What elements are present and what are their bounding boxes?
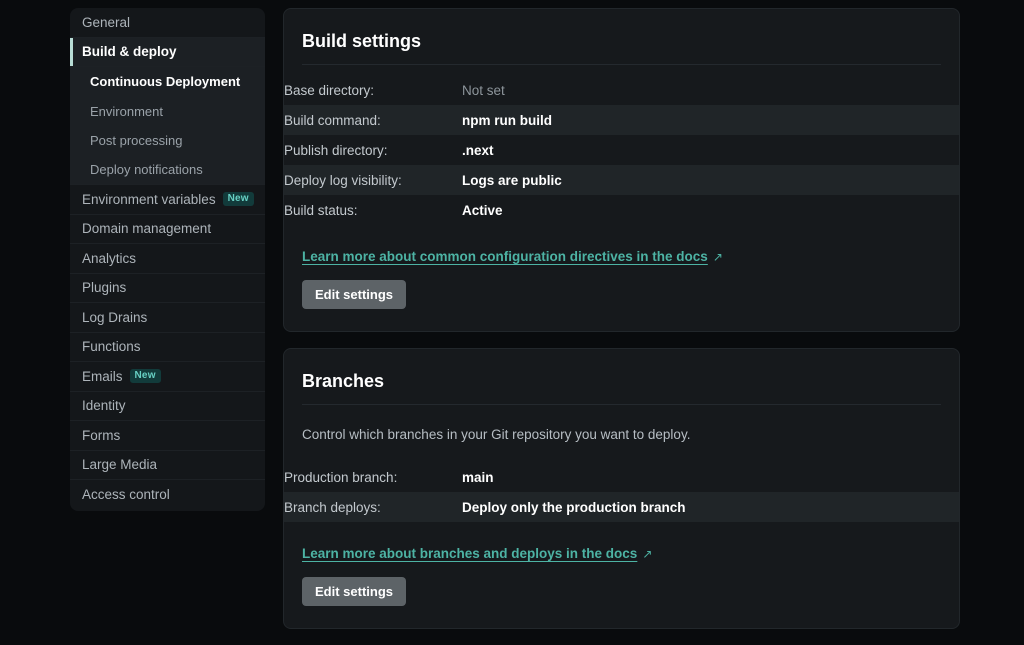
sidebar-item-large-media[interactable]: Large Media	[70, 451, 265, 480]
settings-page: General Build & deploy Continuous Deployme…	[0, 0, 1024, 629]
sidebar-item-emails[interactable]: Emails New	[70, 362, 265, 392]
sidebar-item-label: Deploy notifications	[90, 162, 203, 178]
sidebar-item-label: Functions	[82, 339, 141, 355]
sidebar-item-label: Environment	[90, 103, 163, 119]
card-divider	[302, 404, 941, 405]
sidebar-item-new-badge: New	[129, 369, 161, 384]
docs-link[interactable]: Learn more about branches and deploys in…	[302, 546, 652, 561]
setting-value: Deploy only the production branch	[462, 499, 686, 515]
sidebar-item-label: Post processing	[90, 133, 183, 149]
sidebar-item-log-drains[interactable]: Log Drains	[70, 303, 265, 333]
sidebar-item-forms[interactable]: Forms	[70, 421, 265, 451]
docs-link-label: Learn more about branches and deploys in…	[302, 546, 638, 561]
settings-main-content: Build settings Base directory: Not set Buil…	[283, 8, 960, 645]
sidebar-item-post-processing[interactable]: Post processing	[70, 126, 265, 156]
sidebar-item-continuous-deployment[interactable]: Continuous Deployment	[70, 67, 265, 97]
sidebar-item-label: Forms	[82, 427, 121, 443]
setting-value: Logs are public	[462, 172, 562, 188]
docs-link[interactable]: Learn more about common configuration di…	[302, 249, 723, 264]
setting-label: Base directory:	[284, 82, 375, 98]
sidebar-item-label: Analytics	[82, 250, 137, 266]
docs-link-label: Learn more about common configuration di…	[302, 249, 708, 264]
sidebar-item-label: Log Drains	[82, 309, 148, 325]
setting-value: npm run build	[462, 112, 552, 128]
external-link-icon: ↗	[712, 250, 723, 264]
edit-settings-button[interactable]: Edit settings	[302, 577, 407, 606]
settings-sidebar: General Build & deploy Continuous Deployme…	[70, 8, 265, 511]
setting-value: Not set	[462, 82, 505, 98]
sidebar-item-deploy-notifications[interactable]: Deploy notifications	[70, 155, 265, 185]
sidebar-item-label: General	[82, 14, 131, 30]
sidebar-item-label: Domain management	[82, 221, 212, 237]
table-row: Branch deploys: Deploy only the productio…	[284, 492, 959, 522]
sidebar-item-analytics[interactable]: Analytics	[70, 244, 265, 274]
card-title: Branches	[302, 371, 385, 391]
table-row: Base directory: Not set	[284, 75, 959, 105]
table-row: Publish directory: .next	[284, 135, 959, 165]
edit-settings-button[interactable]: Edit settings	[302, 280, 407, 309]
settings-table: Base directory: Not set Build command: npm …	[284, 75, 959, 225]
setting-label: Build command:	[284, 112, 381, 128]
sidebar-item-new-badge: New	[222, 192, 254, 207]
setting-value: main	[462, 469, 494, 485]
sidebar-item-label: Continuous Deployment	[90, 74, 241, 90]
sidebar-item-label: Build & deploy	[82, 44, 177, 60]
sidebar-item-identity[interactable]: Identity	[70, 392, 265, 421]
sidebar-item-functions[interactable]: Functions	[70, 333, 265, 362]
external-link-icon: ↗	[642, 547, 653, 561]
setting-label: Production branch:	[284, 469, 398, 485]
sidebar-item-label: Plugins	[82, 280, 127, 296]
setting-label: Branch deploys:	[284, 499, 381, 515]
table-row: Production branch: main	[284, 462, 959, 492]
table-row: Build status: Active	[284, 195, 959, 225]
sidebar-item-environment[interactable]: Environment	[70, 96, 265, 126]
sidebar-item-domain-management[interactable]: Domain management	[70, 215, 265, 244]
sidebar-item-label: Access control	[82, 487, 170, 503]
settings-table: Production branch: main Branch deploys: Dep…	[284, 462, 959, 522]
sidebar-item-environment-variables[interactable]: Environment variables New	[70, 185, 265, 215]
setting-value: .next	[462, 142, 494, 158]
sidebar-item-plugins[interactable]: Plugins	[70, 274, 265, 303]
sidebar-item-general[interactable]: General	[70, 8, 265, 38]
card-build-settings: Build settings Base directory: Not set Buil…	[283, 8, 960, 332]
sidebar-item-build-deploy[interactable]: Build & deploy	[70, 37, 265, 67]
setting-value: Active	[462, 202, 503, 218]
card-title: Build settings	[302, 31, 422, 51]
card-divider	[302, 64, 941, 65]
table-row: Build command: npm run build	[284, 105, 959, 135]
card-description: Control which branches in your Git repos…	[302, 427, 691, 442]
sidebar-item-label: Environment variables	[82, 191, 216, 207]
sidebar-item-access-control[interactable]: Access control	[70, 480, 265, 510]
setting-label: Publish directory:	[284, 142, 388, 158]
card-branches: Branches Control which branches in your G…	[283, 348, 960, 629]
sidebar-item-label: Large Media	[82, 457, 158, 473]
sidebar-item-label: Emails	[82, 368, 123, 384]
sidebar-item-label: Identity	[82, 398, 126, 414]
setting-label: Deploy log visibility:	[284, 172, 402, 188]
table-row: Deploy log visibility: Logs are public	[284, 165, 959, 195]
setting-label: Build status:	[284, 202, 358, 218]
